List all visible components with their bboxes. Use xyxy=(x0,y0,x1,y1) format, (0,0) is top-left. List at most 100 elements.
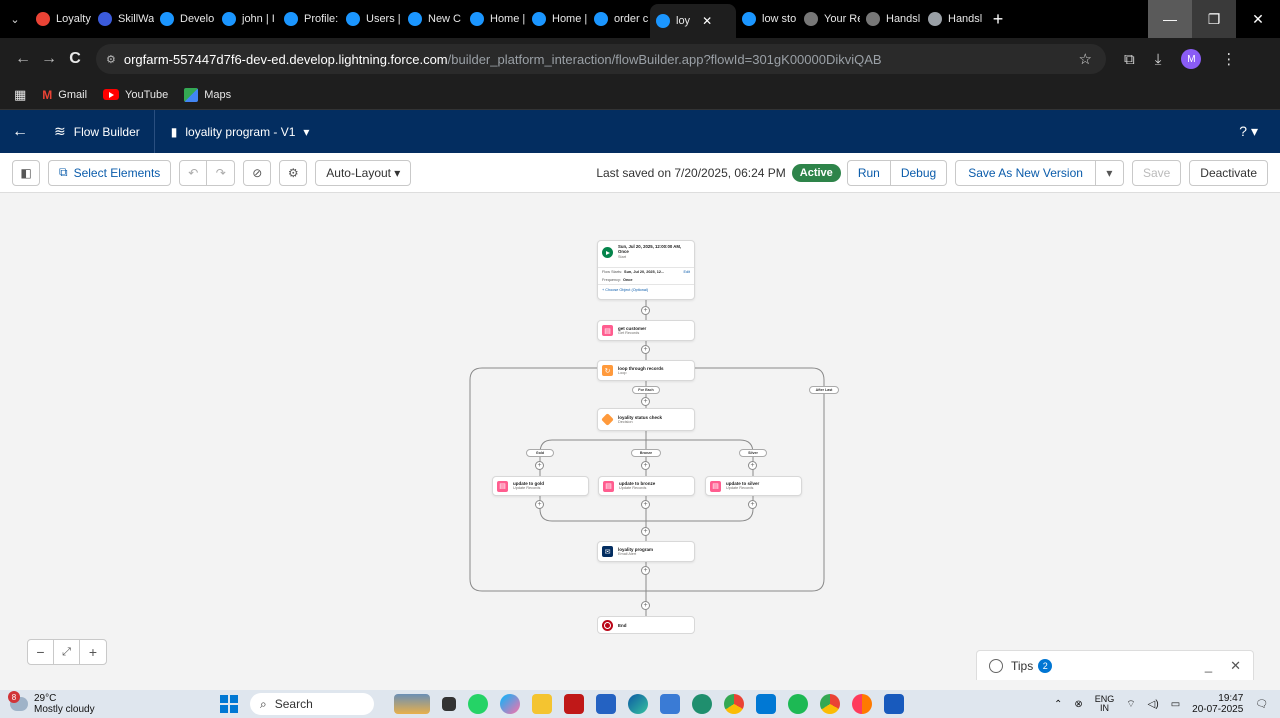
task-view-icon[interactable] xyxy=(442,697,456,711)
browser-tab[interactable]: low sto xyxy=(736,5,798,33)
restore-icon[interactable]: ❐ xyxy=(1192,0,1236,38)
word-icon[interactable] xyxy=(884,694,904,714)
zoom-out-button[interactable]: − xyxy=(28,640,54,664)
browser-tab[interactable]: Users | xyxy=(340,5,402,33)
chrome-blue-icon[interactable] xyxy=(692,694,712,714)
bookmark-gmail[interactable]: M Gmail xyxy=(42,88,87,102)
fit-to-view-button[interactable]: ⤢ xyxy=(54,640,80,664)
add-element-plus[interactable]: + xyxy=(641,566,650,575)
add-element-plus[interactable]: + xyxy=(641,527,650,536)
flow-canvas[interactable]: Sun, Jul 20, 2025, 12:00:00 AM, Once Sta… xyxy=(0,193,1280,680)
bookmark-youtube[interactable]: YouTube xyxy=(103,89,168,101)
email-alert-node[interactable]: ✉ loyality program Email Alert xyxy=(597,541,695,562)
whatsapp-icon[interactable] xyxy=(468,694,488,714)
battery-icon[interactable]: ▭ xyxy=(1171,699,1180,710)
redo-button[interactable]: ↷ xyxy=(207,159,236,186)
browser-tab[interactable]: Develo xyxy=(154,5,216,33)
weather-widget[interactable]: 8 29°C Mostly cloudy xyxy=(0,691,200,715)
toggle-panel-button[interactable]: ◧ xyxy=(12,159,40,186)
windows-start-icon[interactable] xyxy=(220,695,238,713)
tab-search-chevron-icon[interactable]: ⌄ xyxy=(0,0,30,38)
add-element-plus[interactable]: + xyxy=(748,500,757,509)
url-input[interactable]: ⚙ orgfarm-557447d7f6-dev-ed.develop.ligh… xyxy=(96,44,1106,74)
close-tab-icon[interactable]: ✕ xyxy=(702,14,712,28)
deactivate-button[interactable]: Deactivate xyxy=(1189,159,1268,186)
add-element-plus[interactable]: + xyxy=(748,461,757,470)
taskbar-search[interactable]: ⌕ Search xyxy=(250,693,374,715)
flow-name-menu[interactable]: ▮ loyality program - V1 ▾ xyxy=(155,125,326,139)
start-node[interactable]: Sun, Jul 20, 2025, 12:00:00 AM, Once Sta… xyxy=(597,240,695,300)
add-element-plus[interactable]: + xyxy=(641,500,650,509)
new-tab-button[interactable]: + xyxy=(984,9,1012,30)
browser-tab[interactable]: order c xyxy=(588,5,650,33)
minimize-tips-icon[interactable]: _ xyxy=(1205,658,1212,674)
browser-tab[interactable]: Home | xyxy=(464,5,526,33)
language-indicator[interactable]: ENG IN xyxy=(1095,694,1115,714)
chrome-icon[interactable] xyxy=(820,694,840,714)
decision-node[interactable]: loyality status check Decision xyxy=(597,408,695,431)
loop-node[interactable]: ↻ loop through records Loop xyxy=(597,360,695,381)
profile-avatar[interactable]: M xyxy=(1181,49,1202,69)
run-button[interactable]: Run xyxy=(846,159,891,186)
save-as-new-version-button[interactable]: Save As New Version xyxy=(955,159,1096,186)
close-tips-icon[interactable]: ✕ xyxy=(1230,658,1241,674)
add-element-plus[interactable]: + xyxy=(535,461,544,470)
browser-tab[interactable]: Home | xyxy=(526,5,588,33)
vscode-icon[interactable] xyxy=(756,694,776,714)
browser-tab[interactable]: New C xyxy=(402,5,464,33)
browser-tab[interactable]: Handsl xyxy=(860,5,922,33)
forward-icon[interactable]: → xyxy=(36,50,62,68)
copilot-icon[interactable] xyxy=(500,694,520,714)
add-element-plus[interactable]: + xyxy=(641,461,650,470)
edge-icon[interactable] xyxy=(628,694,648,714)
extensions-icon[interactable]: ⧉ xyxy=(1124,51,1135,68)
tips-panel[interactable]: Tips 2 _ ✕ xyxy=(976,650,1254,680)
settings-button[interactable]: ⚙ xyxy=(279,159,308,186)
close-window-icon[interactable]: ✕ xyxy=(1236,0,1280,38)
browser-tab[interactable]: loy ✕ xyxy=(650,4,736,38)
chrome-profile-icon[interactable] xyxy=(724,694,744,714)
errors-button[interactable]: ⊘ xyxy=(243,159,272,186)
add-element-plus[interactable]: + xyxy=(641,345,650,354)
app-icon[interactable] xyxy=(660,694,680,714)
update-gold-node[interactable]: ▤ update to gold Update Records xyxy=(492,476,589,496)
undo-button[interactable]: ↶ xyxy=(179,159,208,186)
help-menu-button[interactable]: ? ▾ xyxy=(1239,123,1258,140)
reload-icon[interactable]: C xyxy=(62,50,88,68)
browser-tab[interactable]: SkillWa xyxy=(92,5,154,33)
browser-tab[interactable]: Your Re xyxy=(798,5,860,33)
end-node[interactable]: End xyxy=(597,616,695,634)
update-bronze-node[interactable]: ▤ update to bronze Update Records xyxy=(598,476,695,496)
bookmark-star-icon[interactable]: ☆ xyxy=(1079,50,1092,68)
browser-tab[interactable]: Loyalty xyxy=(30,5,92,33)
update-silver-node[interactable]: ▤ update to silver Update Records xyxy=(705,476,802,496)
browser-tab[interactable]: john | I xyxy=(216,5,278,33)
store-icon[interactable] xyxy=(596,694,616,714)
site-info-icon[interactable]: ⚙ xyxy=(106,53,116,66)
browser-tab[interactable]: Profile: xyxy=(278,5,340,33)
bookmark-maps[interactable]: Maps xyxy=(184,87,231,102)
edit-schedule-link[interactable]: Edit xyxy=(683,270,690,274)
clock[interactable]: 19:47 20-07-2025 xyxy=(1192,693,1243,715)
spotify-icon[interactable] xyxy=(788,694,808,714)
add-element-plus[interactable]: + xyxy=(641,306,650,315)
debug-button[interactable]: Debug xyxy=(890,159,948,186)
save-menu-button[interactable]: ▾ xyxy=(1095,159,1124,186)
choose-object-link[interactable]: + Choose Object (Optional) xyxy=(598,284,694,295)
widgets-icon[interactable] xyxy=(394,694,430,714)
volume-icon[interactable]: ◁) xyxy=(1148,699,1159,710)
browser-tab[interactable]: Handsl xyxy=(922,5,984,33)
get-records-node[interactable]: ▤ get customer Get Records xyxy=(597,320,695,341)
select-elements-button[interactable]: ⧉ Select Elements xyxy=(48,159,172,186)
add-element-plus[interactable]: + xyxy=(641,397,650,406)
back-icon[interactable]: ← xyxy=(10,50,36,68)
chevron-up-icon[interactable]: ⌃ xyxy=(1054,699,1062,710)
notification-icon[interactable]: 🗨 xyxy=(1255,699,1268,710)
wifi-icon[interactable]: ⌔ xyxy=(1126,698,1135,711)
chrome-canary-icon[interactable] xyxy=(852,694,872,714)
minimize-icon[interactable]: — xyxy=(1148,0,1192,38)
network-status-icon[interactable]: ⊗ xyxy=(1074,699,1082,710)
zoom-in-button[interactable]: + xyxy=(80,640,106,664)
back-arrow-icon[interactable]: ← xyxy=(0,123,40,141)
download-icon[interactable]: ⤓ xyxy=(1155,51,1162,68)
